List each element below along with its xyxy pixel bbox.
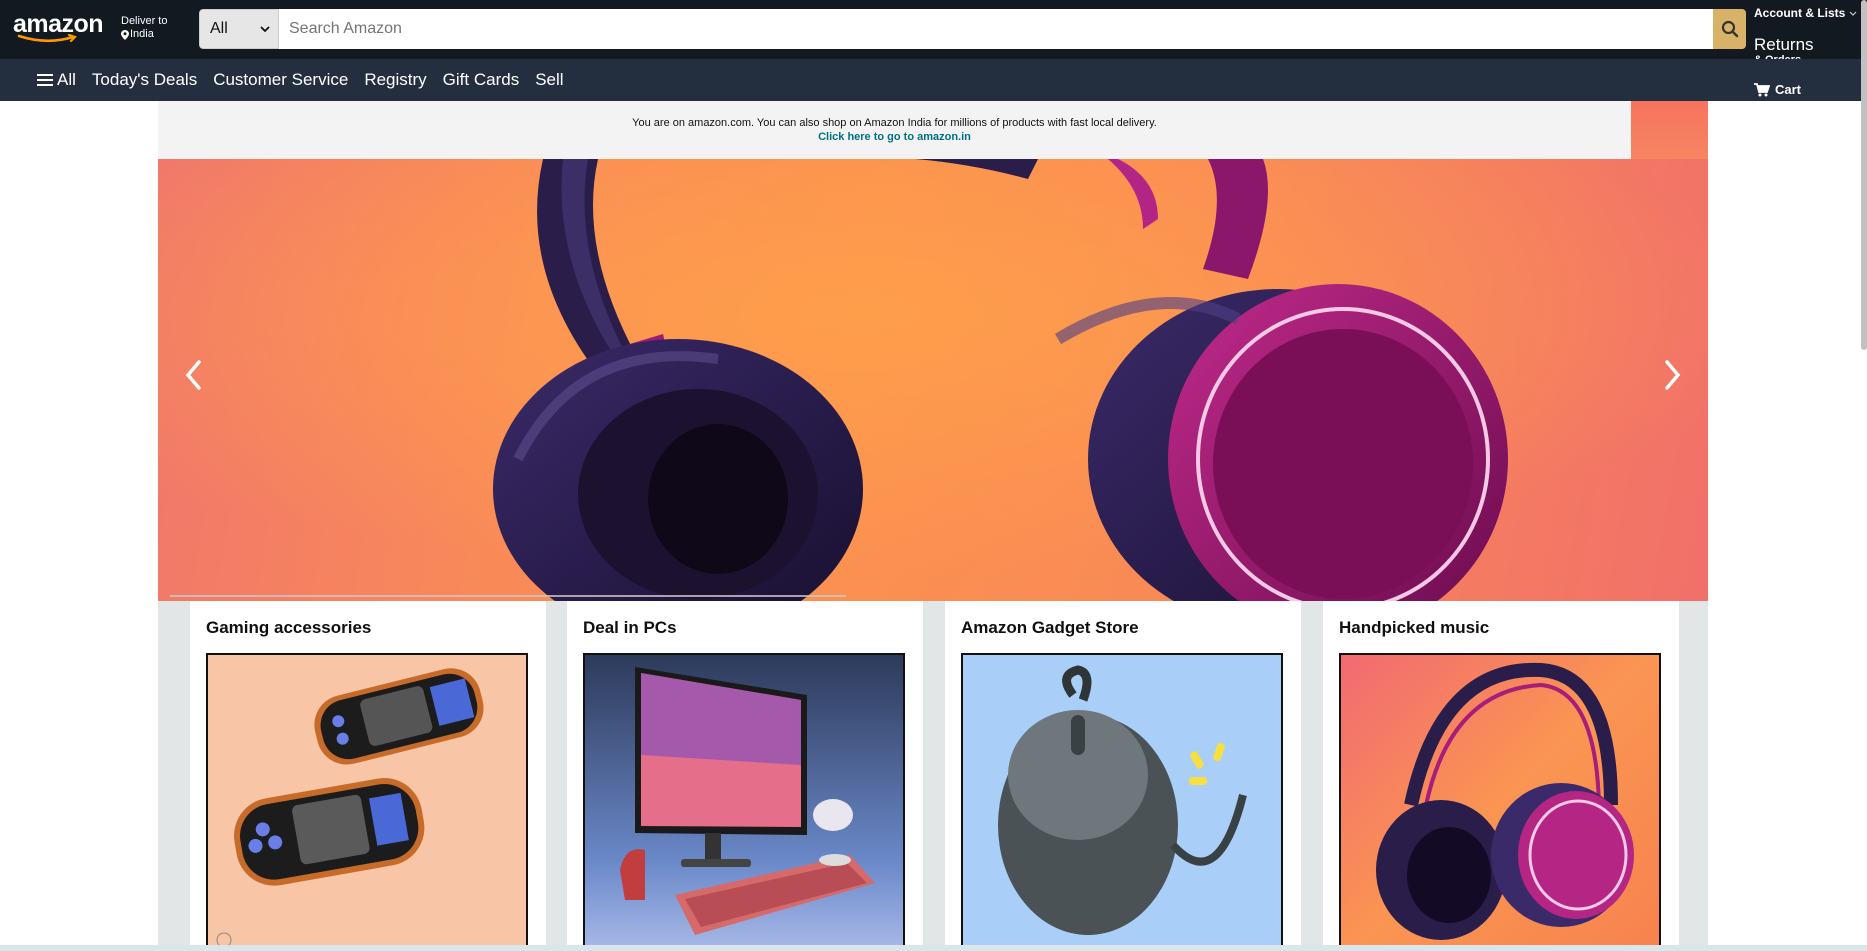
card-image[interactable]	[1339, 653, 1661, 951]
card-title: Handpicked music	[1339, 618, 1490, 637]
search-icon	[1721, 20, 1738, 38]
deliver-location: India	[130, 28, 154, 40]
nav-all-menu[interactable]: All	[37, 70, 84, 90]
hero-carousel	[158, 159, 1708, 601]
nav-all-label: All	[57, 70, 76, 89]
card-amazon-gadget-store[interactable]: Amazon Gadget Store	[945, 601, 1301, 951]
notice-text: You are on amazon.com. You can also shop…	[632, 117, 1157, 129]
desktop-pc-image	[620, 667, 875, 935]
horizontal-scroll-track	[0, 945, 1867, 951]
card-gaming-accessories[interactable]: Gaming accessories	[190, 601, 546, 951]
nav-sell[interactable]: Sell	[527, 70, 571, 90]
cart-label: Cart	[1775, 82, 1802, 97]
nav-customer-service[interactable]: Customer Service	[205, 70, 356, 90]
deliver-to[interactable]: Deliver to India	[121, 15, 167, 41]
chevron-right-icon	[1665, 360, 1681, 390]
cart-icon	[1754, 82, 1770, 96]
amazon-logo[interactable]: amazon	[13, 10, 104, 44]
carousel-prev-button[interactable]	[178, 345, 208, 405]
card-title: Amazon Gadget Store	[961, 618, 1139, 637]
hero-edge	[1631, 101, 1708, 159]
nav-registry[interactable]: Registry	[356, 70, 434, 90]
account-menu[interactable]: Account & Lists Returns & Orders	[1754, 0, 1867, 66]
carousel-next-button[interactable]	[1658, 345, 1688, 405]
nav-gift-cards[interactable]: Gift Cards	[435, 70, 528, 90]
chevron-down-icon	[260, 25, 270, 32]
card-title: Deal in PCs	[583, 618, 677, 637]
account-lists-label: Account & Lists	[1754, 6, 1846, 20]
sub-navigation: All Today's Deals Customer Service Regis…	[0, 59, 1867, 101]
card-deal-in-pcs[interactable]: Deal in PCs	[567, 601, 923, 951]
goto-amazon-in-link[interactable]: Click here to go to amazon.in	[158, 131, 1631, 143]
chevron-left-icon	[185, 360, 201, 390]
search-input[interactable]	[279, 9, 1713, 49]
returns-label[interactable]: Returns	[1754, 35, 1814, 55]
top-header: amazon Deliver to India All Search Amazo…	[0, 0, 1867, 66]
headphones-image	[1376, 662, 1634, 940]
location-pin-icon	[121, 29, 129, 40]
carousel-progress	[170, 595, 846, 597]
card-image[interactable]	[583, 653, 905, 951]
headphones-banner-image	[158, 159, 1708, 601]
vertical-scrollbar[interactable]	[1861, 0, 1867, 350]
card-image[interactable]	[961, 653, 1283, 951]
search-category-select[interactable]: All	[199, 9, 279, 49]
card-title: Gaming accessories	[206, 618, 372, 637]
card-handpicked-music[interactable]: Handpicked music	[1323, 601, 1679, 951]
cart-button[interactable]: Cart	[1754, 82, 1801, 97]
card-image[interactable]	[206, 653, 528, 951]
nav-todays-deals[interactable]: Today's Deals	[84, 70, 205, 90]
chevron-down-icon	[1849, 11, 1857, 16]
handheld-console-image	[216, 668, 484, 948]
search-category-value: All	[210, 20, 228, 37]
country-notice: You are on amazon.com. You can also shop…	[158, 101, 1631, 159]
logo-smile-icon	[17, 34, 78, 43]
search-bar: All	[199, 9, 1746, 49]
search-button[interactable]	[1713, 9, 1746, 49]
computer-mouse-image	[998, 665, 1247, 935]
hamburger-menu-icon	[37, 74, 53, 86]
deliver-label: Deliver to	[121, 15, 168, 27]
